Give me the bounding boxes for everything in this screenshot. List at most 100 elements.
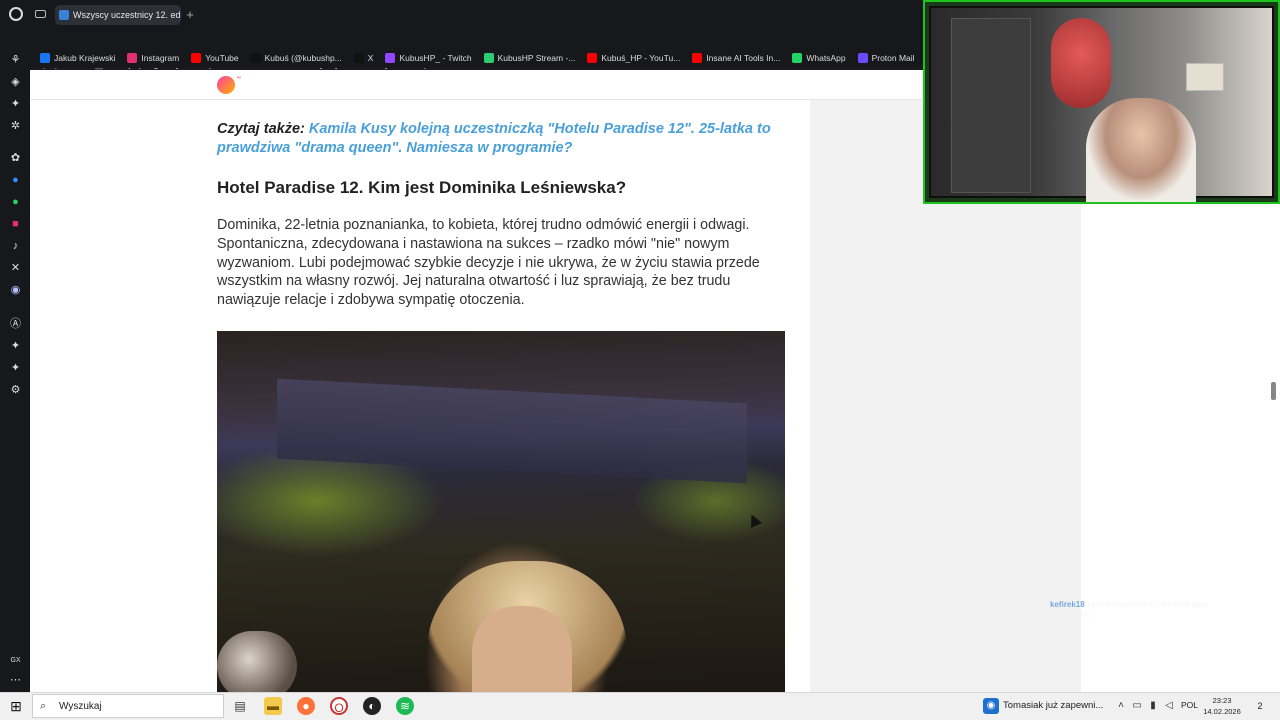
bookmark-label: Kubuś_HP - YouTu... — [601, 53, 681, 63]
browser-sidebar: ⚘ ◈ ✦ ✲ ✿ ● ● ■ ♪ ✕ ◉ Ⓐ ✦ ✦ ⚙ GX ⋯ — [0, 28, 30, 692]
page-scrollbar-thumb[interactable] — [1271, 382, 1276, 400]
bookmark-item[interactable]: Kubuś (@kubushp... — [245, 48, 348, 68]
opera-menu-icon[interactable] — [9, 7, 23, 21]
active-tab[interactable]: Wszyscy uczestnicy 12. ed — [55, 5, 181, 25]
bookmark-label: Jakub Krajewski — [54, 53, 116, 63]
bookmark-favicon-icon — [385, 53, 396, 63]
bookmark-item[interactable]: Insane AI Tools In... — [686, 48, 786, 68]
bookmark-favicon-icon — [483, 53, 494, 63]
news-widget-icon[interactable]: ◉ — [983, 698, 999, 714]
read-also-block: Czytaj także: Kamila Kusy kolejną uczest… — [217, 120, 777, 158]
stream-chat-message: kefirek18 Ładnie rozumiem to, że dalej f… — [1050, 600, 1250, 620]
bookmark-favicon-icon — [587, 53, 598, 63]
tvn7-logo[interactable] — [217, 76, 235, 94]
bookmark-favicon-icon — [127, 53, 138, 63]
bookmark-favicon-icon — [191, 53, 202, 63]
read-also-label: Czytaj także: — [217, 121, 305, 137]
task-view-icon[interactable]: ▤ — [231, 697, 249, 715]
tab-overview-icon[interactable] — [35, 10, 46, 18]
notification-center-icon[interactable]: 2 — [1252, 698, 1268, 714]
webcam-feed — [929, 6, 1274, 202]
bookmarks-bar: Jakub Krajewski Instagram YouTube Kubuś (@k… — [30, 48, 930, 68]
bookmark-label: Proton Mail — [871, 53, 915, 63]
bookmark-item[interactable]: Jakub Krajewski — [34, 48, 121, 68]
file-explorer-icon[interactable]: ▬ — [264, 697, 282, 715]
photo-face — [472, 606, 572, 692]
tray-chevron-icon[interactable]: ˄ — [1115, 699, 1127, 713]
clock-time: 23:23 — [1212, 696, 1232, 705]
bookmark-label: X — [367, 53, 374, 63]
sidebar-extensions-icon[interactable]: ⚙ — [9, 384, 22, 397]
bookmark-favicon-icon — [40, 53, 50, 63]
spotify-icon[interactable]: ≋ — [396, 697, 414, 715]
windows-start-icon[interactable]: ⊞ — [8, 698, 24, 714]
news-widget-text[interactable]: Tomasiak już zapewni... — [1003, 694, 1113, 718]
sidebar-gx-mods-icon[interactable]: ✦ — [9, 340, 22, 353]
photo-roof — [277, 378, 747, 484]
bookmark-item[interactable]: KubusHP_ - Twitch — [379, 48, 477, 68]
network-icon[interactable]: ▭ — [1131, 699, 1143, 713]
search-icon: ⌕ — [40, 700, 47, 712]
firefox-icon[interactable]: ● — [297, 697, 315, 715]
notification-count: 2 — [1257, 701, 1263, 711]
sidebar-gx-games-icon[interactable]: ✦ — [9, 362, 22, 375]
sidebar-whatsapp-icon[interactable]: ● — [9, 196, 22, 209]
webcam-overlay — [923, 0, 1280, 204]
bookmark-item[interactable]: KubusHP Stream -... — [478, 48, 582, 68]
sidebar-settings-icon[interactable]: ✲ — [9, 120, 22, 133]
new-tab-button[interactable]: + — [183, 8, 197, 22]
logo-trademark-icon: ™ — [236, 76, 241, 82]
sidebar-aria-icon[interactable]: Ⓐ — [9, 318, 22, 331]
sidebar-x-icon[interactable]: ✕ — [9, 262, 22, 275]
bookmark-label: KubusHP Stream -... — [497, 53, 576, 63]
microphone-icon[interactable]: ▮ — [1147, 699, 1159, 713]
bookmark-label: WhatsApp — [806, 53, 846, 63]
bookmark-item[interactable]: Proton Mail — [852, 48, 921, 68]
bookmark-item[interactable]: WhatsApp — [786, 48, 851, 68]
webcam-wardrobe — [951, 18, 1031, 193]
bookmark-label: Kubuś (@kubushp... — [264, 53, 342, 63]
sidebar-gx-icon[interactable]: ✦ — [9, 98, 22, 111]
webcam-wall-poster — [1186, 63, 1224, 91]
opera-gx-icon[interactable]: O — [330, 697, 348, 715]
sidebar-gx-corner-icon[interactable]: ◈ — [9, 76, 22, 89]
volume-icon[interactable]: ◁ — [1163, 699, 1175, 713]
sidebar-tiktok-icon[interactable]: ♪ — [9, 240, 22, 253]
obs-icon[interactable]: ◐ — [363, 697, 381, 715]
chat-username: kefirek18 — [1050, 600, 1085, 609]
taskbar-clock[interactable]: 23:23 14.02.2026 — [1200, 695, 1244, 717]
webcam-balloon-bear — [1051, 18, 1111, 108]
webcam-streamer — [1086, 98, 1196, 202]
bookmark-label: KubusHP_ - Twitch — [399, 53, 472, 63]
bookmark-favicon-icon — [250, 53, 261, 63]
sidebar-instagram-icon[interactable]: ■ — [9, 218, 22, 231]
bookmark-label: Instagram — [141, 53, 180, 63]
sidebar-player-icon[interactable]: ⚘ — [9, 54, 22, 67]
bookmark-label: Insane AI Tools In... — [706, 53, 781, 63]
site-header: ™ — [30, 70, 922, 100]
photo-dog — [217, 631, 297, 692]
bookmark-item[interactable]: YouTube — [185, 48, 244, 68]
clock-date: 14.02.2026 — [1203, 707, 1241, 716]
sidebar-chatgpt-icon[interactable]: ✿ — [9, 152, 22, 165]
bookmark-label: YouTube — [205, 53, 239, 63]
taskbar-search-placeholder: Wyszukaj — [59, 701, 102, 712]
sidebar-gx-label: GX — [10, 657, 21, 664]
bookmark-favicon-icon — [353, 53, 364, 63]
bookmark-favicon-icon — [857, 53, 868, 63]
tab-title: Wszyscy uczestnicy 12. ed — [73, 10, 181, 20]
bookmark-favicon-icon — [692, 53, 703, 63]
bookmark-item[interactable]: Kubuś_HP - YouTu... — [581, 48, 686, 68]
taskbar-search-input[interactable]: Wyszukaj — [32, 694, 224, 718]
bookmark-favicon-icon — [792, 53, 803, 63]
bookmark-item[interactable]: Instagram — [121, 48, 185, 68]
article-heading: Hotel Paradise 12. Kim jest Dominika Leś… — [217, 178, 627, 197]
sidebar-discord-icon[interactable]: ◉ — [9, 284, 22, 297]
sidebar-more-icon[interactable]: ⋯ — [9, 674, 22, 687]
tvn-favicon-icon — [59, 10, 69, 20]
bookmark-item[interactable]: X — [348, 48, 380, 68]
language-indicator[interactable]: POL — [1181, 700, 1198, 710]
sidebar-messenger-icon[interactable]: ● — [9, 174, 22, 187]
article-paragraph: Dominika, 22-letnia poznanianka, to kobi… — [217, 217, 760, 309]
article-photo — [217, 331, 785, 692]
